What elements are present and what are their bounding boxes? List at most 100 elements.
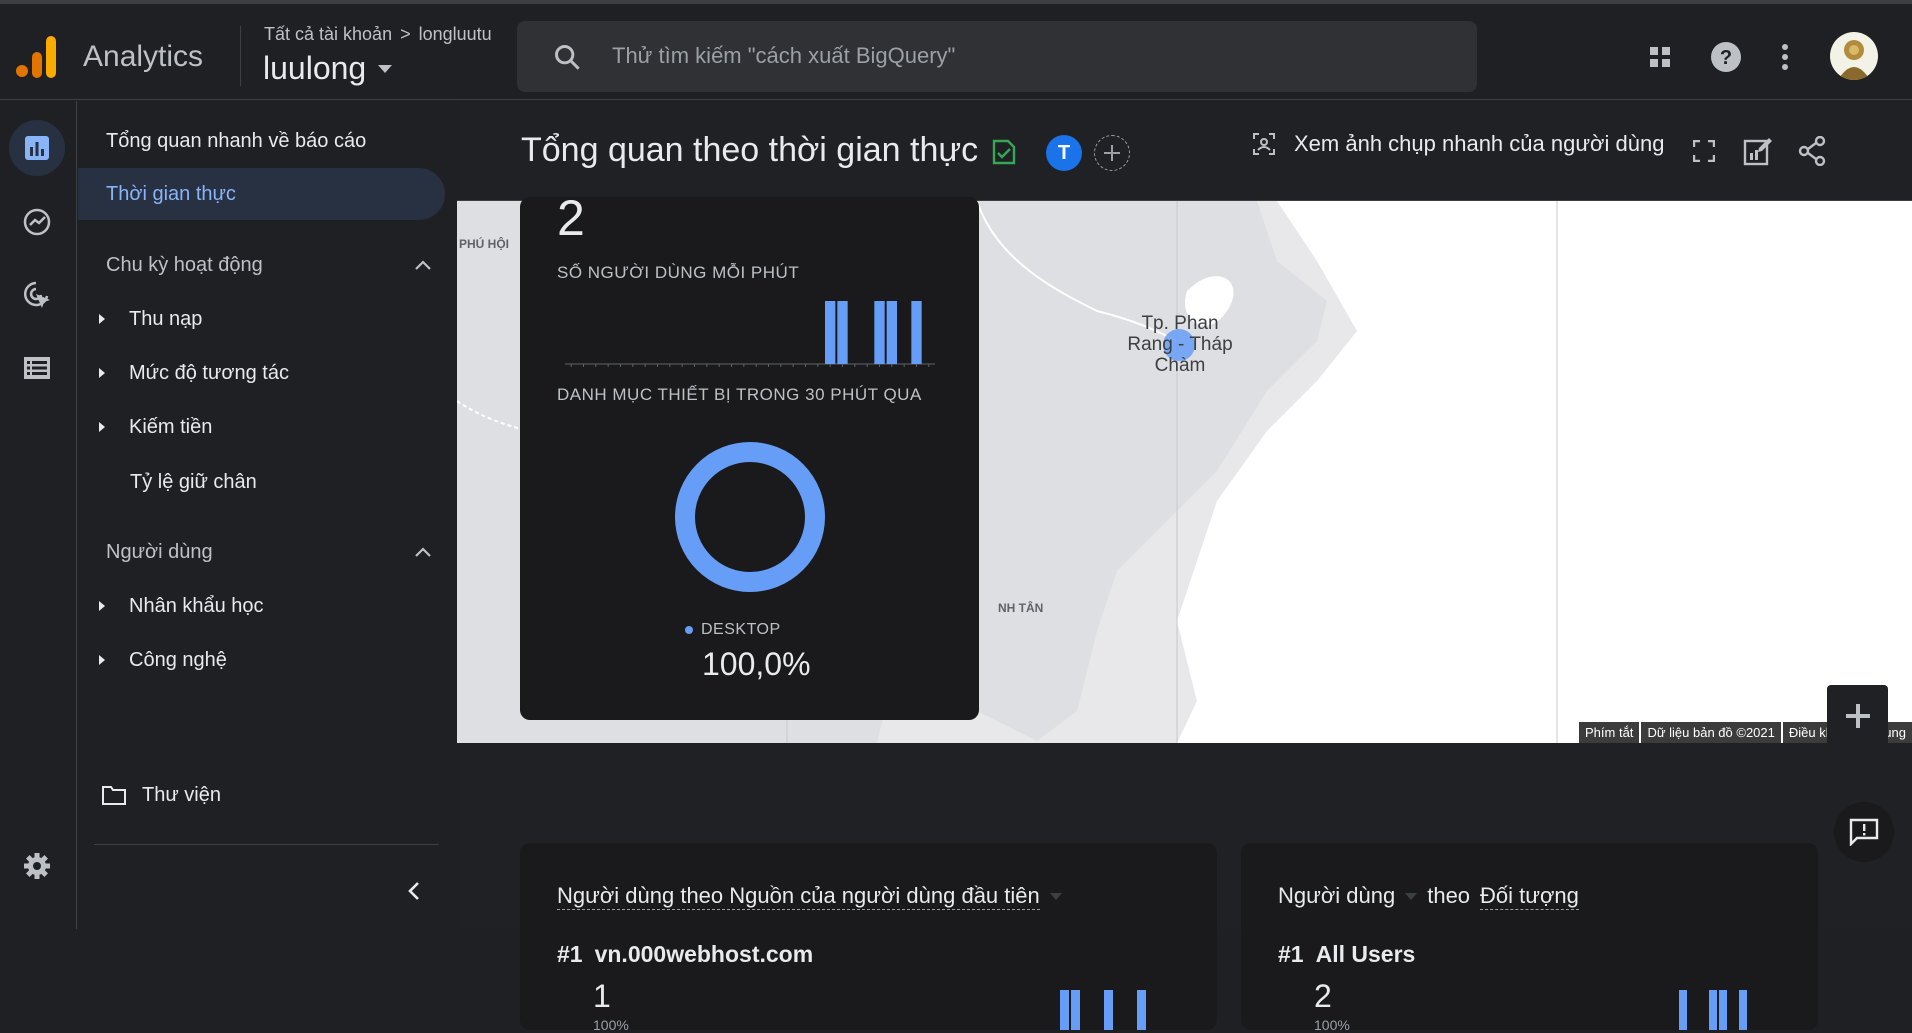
explore-icon[interactable] (9, 194, 65, 250)
nav-item-retention[interactable]: Tỷ lệ giữ chân (78, 456, 445, 508)
fullscreen-icon[interactable] (1684, 131, 1724, 171)
top-row: #1 vn.000webhost.com (557, 941, 813, 968)
rank-number: #1 (557, 941, 583, 967)
nav-item-label: Nhân khẩu học (129, 594, 264, 617)
add-comparison-button[interactable] (1094, 135, 1130, 171)
caret-right-icon (92, 422, 112, 432)
device-category-donut-chart[interactable] (670, 437, 830, 597)
avatar[interactable] (1830, 32, 1878, 80)
nav-section-user-label: Người dùng (106, 540, 213, 563)
collapse-nav-chevron-left-icon[interactable] (394, 871, 434, 911)
bar-chart-bar[interactable] (837, 301, 848, 364)
card-title-dimension[interactable]: Đối tượng (1480, 883, 1579, 910)
nav-reports-overview[interactable]: Tổng quan nhanh về báo cáo (78, 115, 445, 167)
map-zoom-controls (1827, 685, 1888, 743)
card-title[interactable]: Người dùng theo Đối tượng (1278, 883, 1579, 910)
top-audience-name: All Users (1315, 941, 1416, 967)
donut-slice[interactable] (675, 442, 825, 592)
source-sparkline-bars (1060, 990, 1146, 1030)
account-selector[interactable]: luulong (263, 50, 393, 87)
more-vert-icon[interactable] (1762, 34, 1808, 80)
comparison-chip[interactable]: T (1046, 135, 1082, 171)
zoom-in-button[interactable] (1827, 685, 1888, 743)
page-title: Tổng quan theo thời gian thực (521, 131, 1016, 170)
help-icon[interactable]: ? (1703, 34, 1749, 80)
rank-number: #1 (1278, 941, 1304, 967)
left-nav-rail (0, 101, 77, 929)
audience-sparkline-bars (1679, 990, 1747, 1030)
configure-list-icon[interactable] (9, 340, 65, 396)
sparkline-bar (1719, 990, 1727, 1030)
caret-right-icon (92, 655, 112, 665)
page-header: Tổng quan theo thời gian thực T Xem ảnh … (457, 101, 1912, 201)
sparkline-bar (1679, 990, 1687, 1030)
top-audience-value: 2 (1314, 978, 1332, 1014)
card-title-metric[interactable]: Người dùng (1278, 883, 1395, 910)
nav-item-label: Mức độ tương tác (129, 361, 289, 384)
caret-down-icon[interactable] (1405, 893, 1418, 900)
bar-chart-bar[interactable] (911, 301, 922, 364)
users-last-30-min-count: 2 (557, 190, 585, 246)
breadcrumb-all-accounts[interactable]: Tất cả tài khoản (264, 24, 392, 45)
verified-report-icon[interactable] (992, 137, 1016, 165)
page-title-text: Tổng quan theo thời gian thực (521, 131, 979, 169)
settings-gear-icon[interactable] (9, 838, 65, 894)
top-source-name: vn.000webhost.com (594, 941, 814, 967)
users-per-minute-label: SỐ NGƯỜI DÙNG MỖI PHÚT (557, 263, 800, 282)
legend-value: 100,0% (702, 646, 811, 682)
users-per-minute-bar-chart[interactable] (565, 297, 935, 372)
sparkline-bar (1137, 990, 1146, 1030)
plus-icon (1845, 703, 1870, 728)
header-divider (240, 26, 241, 86)
map-place-label: PHÚ HỘI (459, 237, 510, 251)
search-bar[interactable]: Thử tìm kiếm "cách xuất BigQuery" (517, 21, 1477, 92)
card-title[interactable]: Người dùng theo Nguồn của người dùng đầu… (557, 883, 1062, 910)
advertising-icon[interactable] (9, 267, 65, 323)
user-snapshot-button[interactable]: Xem ảnh chụp nhanh của người dùng (1252, 131, 1664, 157)
nav-section-user[interactable]: Người dùng (78, 526, 445, 578)
nav-item-acquisition[interactable]: Thu nạp (78, 293, 445, 345)
nav-realtime[interactable]: Thời gian thực (78, 168, 445, 220)
nav-item-label: Thu nạp (129, 307, 203, 330)
face-scan-icon (1253, 133, 1275, 155)
share-icon[interactable] (1792, 131, 1832, 171)
sparkline-bar (1071, 990, 1080, 1030)
device-legend: DESKTOP (685, 621, 781, 639)
search-input[interactable]: Thử tìm kiếm "cách xuất BigQuery" (612, 43, 955, 69)
caret-down-icon (378, 64, 393, 73)
card-title-text[interactable]: Người dùng theo Nguồn của người dùng đầu… (557, 883, 1040, 910)
sparkline-bar (1060, 990, 1069, 1030)
user-snapshot-label: Xem ảnh chụp nhanh của người dùng (1294, 131, 1665, 156)
sparkline-bar (1709, 990, 1717, 1030)
map-shortcuts-link[interactable]: Phím tắt (1579, 722, 1640, 743)
nav-section-lifecycle[interactable]: Chu kỳ hoạt động (78, 239, 445, 291)
bar-chart-bar[interactable] (825, 301, 836, 364)
chevron-up-icon[interactable] (415, 260, 431, 270)
folder-icon (102, 786, 126, 805)
breadcrumb-property[interactable]: longluutu (419, 24, 492, 45)
account-name: luulong (263, 50, 367, 86)
top-source-percent: 100% (593, 1017, 629, 1033)
reports-icon[interactable] (9, 120, 65, 176)
bar-chart-bar[interactable] (886, 301, 897, 364)
analytics-logo-icon[interactable] (16, 34, 56, 78)
svg-text:?: ? (1720, 47, 1732, 69)
device-category-label: DANH MỤC THIẾT BỊ TRONG 30 PHÚT QUA (557, 385, 922, 404)
nav-item-demographics[interactable]: Nhân khẩu học (78, 580, 445, 632)
nav-library[interactable]: Thư viện (78, 769, 445, 821)
nav-section-lifecycle-label: Chu kỳ hoạt động (106, 253, 263, 276)
nav-item-tech[interactable]: Công nghệ (78, 634, 445, 686)
nav-item-engagement[interactable]: Mức độ tương tác (78, 347, 445, 399)
chevron-up-icon[interactable] (415, 547, 431, 557)
nav-item-monetization[interactable]: Kiếm tiền (78, 401, 445, 453)
caret-down-icon[interactable] (1049, 893, 1062, 900)
bar-chart-bar[interactable] (874, 301, 885, 364)
feedback-button[interactable] (1834, 802, 1894, 862)
apps-grid-icon[interactable] (1637, 34, 1683, 80)
nav-item-label: Kiếm tiền (129, 415, 213, 438)
breadcrumb[interactable]: Tất cả tài khoản > longluutu (264, 24, 492, 45)
users-by-audience-card: Người dùng theo Đối tượng #1 All Users 2… (1241, 843, 1818, 1033)
customize-report-icon[interactable] (1738, 131, 1778, 171)
top-row: #1 All Users (1278, 941, 1415, 968)
search-icon[interactable] (553, 43, 581, 71)
